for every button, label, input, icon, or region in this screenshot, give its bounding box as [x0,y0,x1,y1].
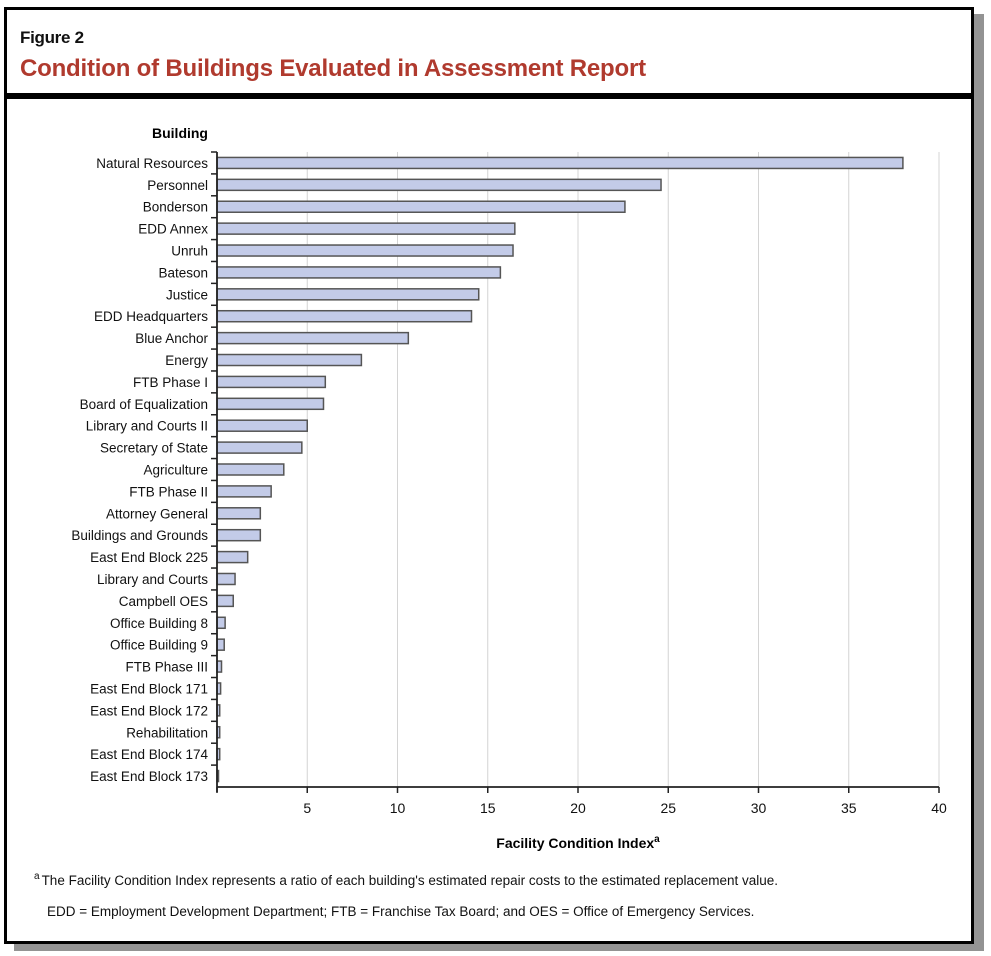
bar [216,397,325,411]
category-label: East End Block 225 [90,550,208,565]
bar [216,550,249,564]
category-label: Rehabilitation [126,725,208,740]
bar [216,156,904,170]
bars [216,156,904,783]
footnote-a: a The Facility Condition Index represents… [34,871,779,888]
bar [216,200,626,213]
bar [216,309,473,323]
footnote-marker: a [34,871,40,882]
category-label: Personnel [147,178,208,193]
x-axis-title-text: Facility Condition Index [496,835,654,851]
category-label: East End Block 172 [90,703,208,718]
bar [216,244,514,257]
x-tick-label: 25 [660,800,676,816]
x-axis-title-superscript: a [654,834,660,845]
category-label: Library and Courts II [86,419,208,434]
category-label: Bonderson [143,200,208,215]
category-label: Board of Equalization [80,397,208,412]
category-label: EDD Annex [138,222,208,237]
category-label: FTB Phase III [125,660,208,675]
category-label: Unruh [171,244,208,259]
category-label: EDD Headquarters [94,309,208,324]
category-label: FTB Phase I [133,375,208,390]
bar [216,507,262,520]
footnote-text: The Facility Condition Index represents … [41,873,779,888]
x-tick-label: 30 [751,800,767,816]
bar [216,572,236,586]
x-tick-label: 35 [841,800,857,816]
bar [216,463,285,476]
x-tick-label: 10 [390,800,406,816]
category-label: Agriculture [143,463,208,478]
bar [216,266,502,279]
category-label: Energy [165,353,208,368]
category-label: Library and Courts [97,572,208,587]
bar [216,638,225,651]
y-axis-title: Building [152,125,208,141]
bar [216,178,662,192]
bar [216,528,262,542]
category-label: Attorney General [106,506,208,521]
bar-chart: 5 10 15 20 25 30 35 40 Natural Resources Personn… [71,125,947,851]
bar [216,616,226,630]
bar [216,375,327,389]
category-label: Secretary of State [100,441,208,456]
bar [216,485,272,498]
category-label: East End Block 173 [90,769,208,784]
x-tick-label: 15 [480,800,496,816]
category-label: East End Block 171 [90,681,208,696]
category-label: Blue Anchor [135,331,208,346]
category-label: East End Block 174 [90,747,208,762]
category-label: Justice [166,287,208,302]
category-label: FTB Phase II [129,484,208,499]
x-tick-label: 40 [931,800,947,816]
x-axis-title: Facility Condition Indexa [496,834,660,851]
bar [216,441,303,454]
abbreviations-note: EDD = Employment Development Department;… [47,904,755,919]
bar [216,331,410,345]
category-labels: Natural Resources Personnel Bonderson EDD A… [71,156,208,784]
bar [216,222,516,235]
category-label: Office Building 9 [110,638,208,653]
bar [216,419,308,432]
x-tick-label: 20 [570,800,586,816]
bar [216,353,363,367]
category-label: Buildings and Grounds [71,528,208,543]
bar [216,594,234,608]
category-label: Campbell OES [119,594,208,609]
bar [216,288,480,301]
category-label: Office Building 8 [110,616,208,631]
x-tick-label: 5 [303,800,311,816]
category-label: Bateson [158,265,208,280]
category-label: Natural Resources [96,156,208,171]
